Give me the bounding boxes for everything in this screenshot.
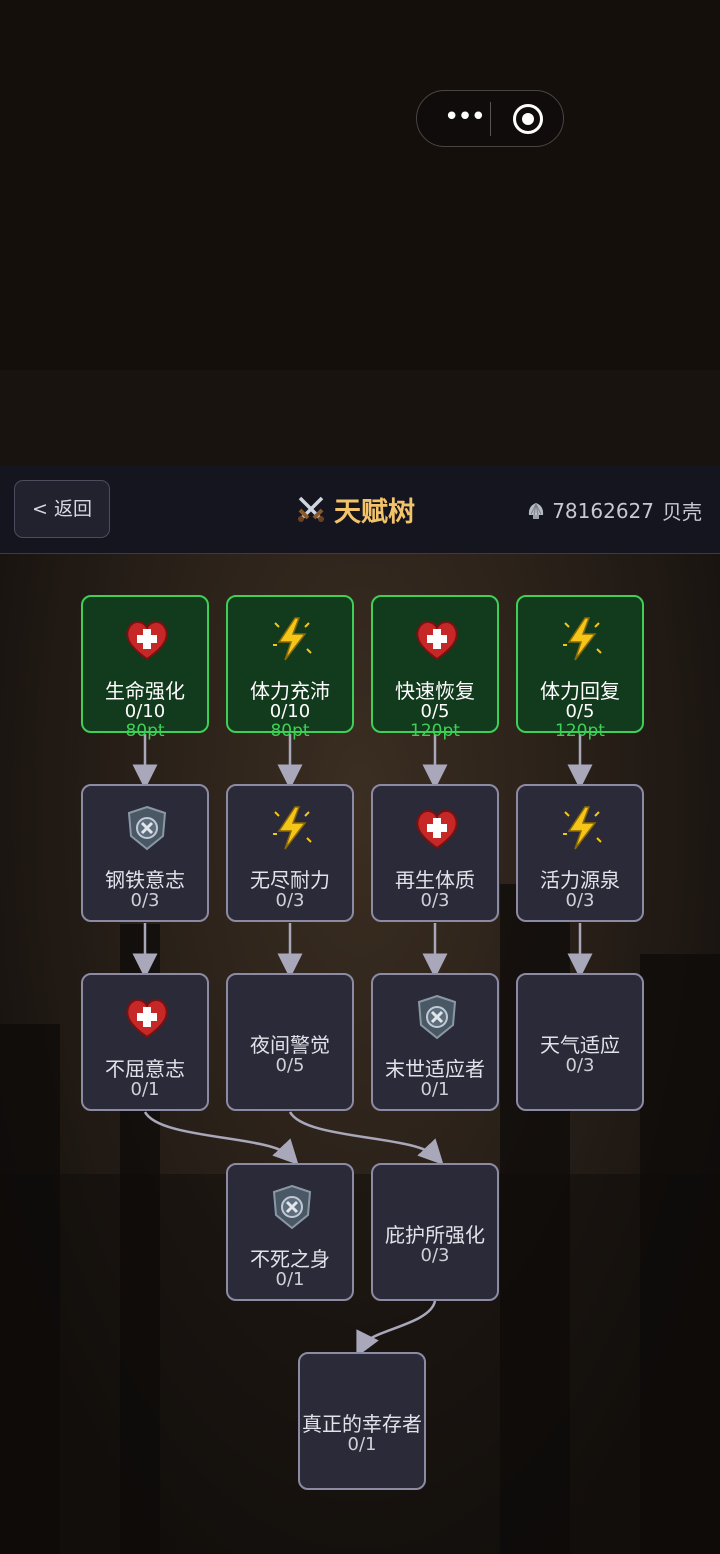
lightning-icon [563, 617, 602, 661]
talent-level: 0/3 [565, 890, 595, 911]
talent-level: 0/3 [420, 890, 450, 911]
talent-name: 生命强化 [105, 679, 185, 703]
talent-level: 0/3 [130, 890, 160, 911]
talent-node-night-alert[interactable]: 夜间警觉 0/5 [226, 973, 354, 1111]
talent-node-undying-body[interactable]: 不死之身 0/1 [226, 1163, 354, 1301]
heart-icon [416, 809, 458, 850]
talent-name: 钢铁意志 [105, 868, 185, 892]
talent-name: 庇护所强化 [385, 1223, 485, 1247]
talent-node-unyielding-will[interactable]: 不屈意志 0/1 [81, 973, 209, 1111]
talent-node-apocalypse-adapter[interactable]: 末世适应者 0/1 [371, 973, 499, 1111]
talent-level: 0/1 [275, 1269, 305, 1290]
talent-node-stamina-full[interactable]: 体力充沛 0/10 80pt [226, 595, 354, 741]
talent-level: 0/5 [420, 701, 450, 722]
capsule-divider [490, 102, 491, 136]
talent-node-iron-will[interactable]: 钢铁意志 0/3 [81, 784, 209, 922]
talent-node-vitality-spring[interactable]: 活力源泉 0/3 [516, 784, 644, 922]
talent-name: 不屈意志 [105, 1057, 185, 1081]
shield-icon [127, 805, 167, 851]
talent-name: 末世适应者 [385, 1057, 485, 1081]
talent-name: 不死之身 [250, 1247, 330, 1271]
talent-name: 真正的幸存者 [302, 1412, 422, 1436]
currency-display: 78162627 贝壳 [526, 496, 702, 525]
top-dark-area [0, 0, 720, 370]
talent-node-endless-endurance[interactable]: 无尽耐力 0/3 [226, 784, 354, 922]
talent-node-stamina-regen[interactable]: 体力回复 0/5 120pt [516, 595, 644, 741]
page-title: 天赋树 [334, 496, 415, 528]
mini-program-capsule: ••• [416, 90, 564, 147]
talent-name: 无尽耐力 [250, 868, 330, 892]
heart-icon [416, 620, 458, 661]
talent-level: 0/5 [565, 701, 595, 722]
back-button[interactable]: < 返回 [14, 480, 110, 538]
talent-node-fast-recovery[interactable]: 快速恢复 0/5 120pt [371, 595, 499, 741]
talent-node-life-boost[interactable]: 生命强化 0/10 80pt [81, 595, 209, 741]
currency-amount: 78162627 [552, 498, 654, 523]
heart-icon [126, 620, 168, 661]
lightning-icon [273, 617, 312, 661]
status-band [0, 370, 720, 465]
page-title-group: 天赋树 [296, 491, 415, 528]
talent-cost: 120pt [410, 721, 460, 741]
talent-name: 体力充沛 [250, 679, 330, 703]
talent-node-true-survivor[interactable]: 真正的幸存者 0/1 [298, 1352, 426, 1490]
talent-level: 0/5 [275, 1055, 305, 1076]
header-bar: < 返回 天赋树 78162627 贝壳 [0, 465, 720, 554]
talent-level: 0/10 [269, 701, 311, 722]
crossed-swords-icon [298, 496, 324, 522]
shell-icon [529, 502, 544, 519]
lightning-icon [563, 806, 602, 850]
currency-unit: 贝壳 [662, 500, 702, 524]
heart-icon [126, 998, 168, 1039]
talent-cost: 80pt [270, 721, 310, 741]
talent-level: 0/3 [565, 1055, 595, 1076]
talent-name: 再生体质 [395, 868, 475, 892]
shield-icon [417, 994, 457, 1040]
talent-level: 0/1 [420, 1079, 450, 1100]
lightning-icon [273, 806, 312, 850]
talent-level: 0/1 [130, 1079, 160, 1100]
talent-node-weather-adapt[interactable]: 天气适应 0/3 [516, 973, 644, 1111]
talent-name: 活力源泉 [540, 868, 620, 892]
more-icon[interactable]: ••• [439, 104, 489, 133]
talent-cost: 80pt [125, 721, 165, 741]
talent-level: 0/3 [420, 1245, 450, 1266]
talent-level: 0/1 [347, 1434, 377, 1455]
talent-level: 0/10 [124, 701, 166, 722]
talent-name: 天气适应 [540, 1033, 620, 1057]
talent-node-shelter-boost[interactable]: 庇护所强化 0/3 [371, 1163, 499, 1301]
talent-cost: 120pt [555, 721, 605, 741]
talent-level: 0/3 [275, 890, 305, 911]
talent-node-regeneration[interactable]: 再生体质 0/3 [371, 784, 499, 922]
talent-name: 夜间警觉 [250, 1033, 330, 1057]
close-target-icon[interactable] [513, 104, 543, 134]
talent-name: 快速恢复 [395, 679, 475, 703]
shield-icon [272, 1184, 312, 1230]
talent-name: 体力回复 [540, 679, 620, 703]
